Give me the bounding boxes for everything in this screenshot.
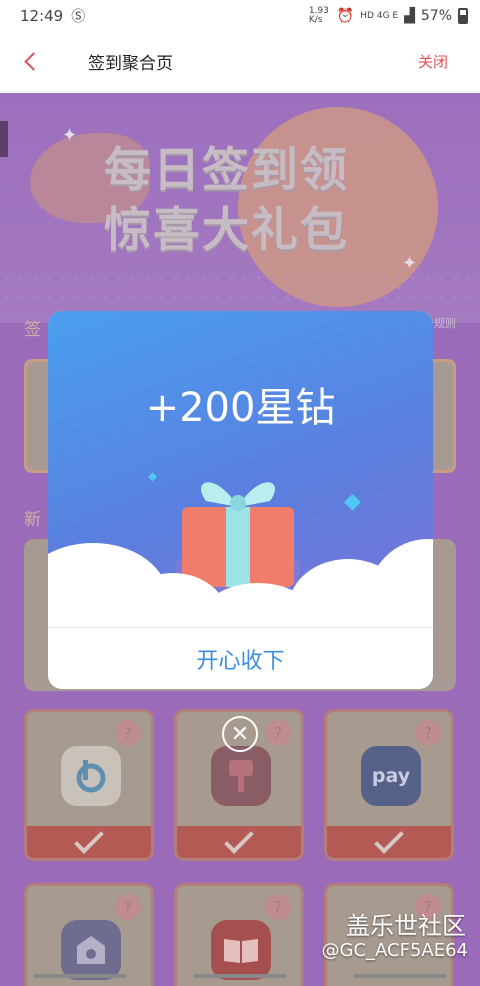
network-type: HD 4G E bbox=[360, 11, 399, 21]
help-icon[interactable]: ? bbox=[415, 720, 441, 746]
nav-handle[interactable] bbox=[34, 974, 126, 978]
new-section-label: 新 bbox=[24, 510, 41, 530]
bixby-icon bbox=[61, 746, 121, 806]
hero-title: 每日签到领 惊喜大礼包 bbox=[104, 141, 349, 261]
sparkle-icon: ✦ bbox=[402, 253, 418, 274]
side-tab bbox=[0, 121, 8, 157]
reward-amount: +200星钻 bbox=[145, 385, 336, 431]
completed-bar bbox=[177, 824, 301, 858]
reward-dialog: +200星钻 ◆ ◆ 开心收下 bbox=[48, 311, 433, 689]
samsung-pay-icon: pay bbox=[361, 746, 421, 806]
page-title: 签到聚合页 bbox=[88, 54, 173, 74]
sparkle-icon: ✦ bbox=[62, 125, 78, 146]
app-notification-icon: Ⓢ bbox=[71, 9, 86, 25]
nav-bar bbox=[0, 966, 480, 986]
collect-reward-button[interactable]: 开心收下 bbox=[48, 627, 433, 689]
watermark-title: 盖乐世社区 bbox=[346, 912, 466, 940]
battery-percent: 57% bbox=[420, 8, 452, 24]
dialog-close-button[interactable]: ✕ bbox=[222, 716, 258, 752]
status-bar: 12:49 Ⓢ 1.93 K/s ⏰ HD 4G E ▟ 57% bbox=[0, 0, 480, 32]
task-slot[interactable]: ? pay bbox=[324, 709, 454, 861]
watermark-handle: @GC_ACF5AE64 bbox=[321, 940, 468, 961]
completed-bar bbox=[27, 824, 151, 858]
back-button[interactable] bbox=[0, 32, 60, 92]
hero-title-line2: 惊喜大礼包 bbox=[104, 203, 349, 258]
app-bar: 签到聚合页 关闭 bbox=[0, 32, 480, 92]
task-slot[interactable]: ? bbox=[24, 709, 154, 861]
status-time: 12:49 bbox=[20, 7, 64, 25]
dot-pattern bbox=[0, 273, 480, 303]
help-icon[interactable]: ? bbox=[265, 720, 291, 746]
close-icon: ✕ bbox=[230, 721, 250, 747]
nav-handle[interactable] bbox=[354, 974, 446, 978]
sign-section-label: 签 bbox=[24, 320, 41, 340]
hero-banner: 每日签到领 惊喜大礼包 ✦ ✦ bbox=[0, 93, 480, 323]
close-button[interactable]: 关闭 bbox=[418, 51, 448, 72]
help-icon[interactable]: ? bbox=[115, 894, 141, 920]
reward-banner: +200星钻 ◆ ◆ bbox=[48, 311, 433, 663]
check-icon bbox=[224, 824, 254, 854]
hero-title-line1: 每日签到领 bbox=[104, 143, 349, 198]
help-icon[interactable]: ? bbox=[265, 894, 291, 920]
gift-box-icon bbox=[168, 461, 308, 593]
diamond-icon: ◆ bbox=[344, 489, 361, 514]
completed-bar bbox=[327, 824, 451, 858]
battery-icon bbox=[458, 8, 468, 24]
help-icon[interactable]: ? bbox=[115, 720, 141, 746]
check-icon bbox=[74, 824, 104, 854]
network-speed: 1.93 K/s bbox=[308, 6, 329, 25]
rules-link[interactable]: 规则 bbox=[434, 315, 456, 331]
check-icon bbox=[374, 824, 404, 854]
nav-handle[interactable] bbox=[194, 974, 286, 978]
theme-brush-icon bbox=[211, 746, 271, 806]
signal-icon: ▟ bbox=[404, 8, 415, 24]
alarm-icon: ⏰ bbox=[336, 8, 355, 24]
diamond-icon: ◆ bbox=[148, 469, 158, 483]
